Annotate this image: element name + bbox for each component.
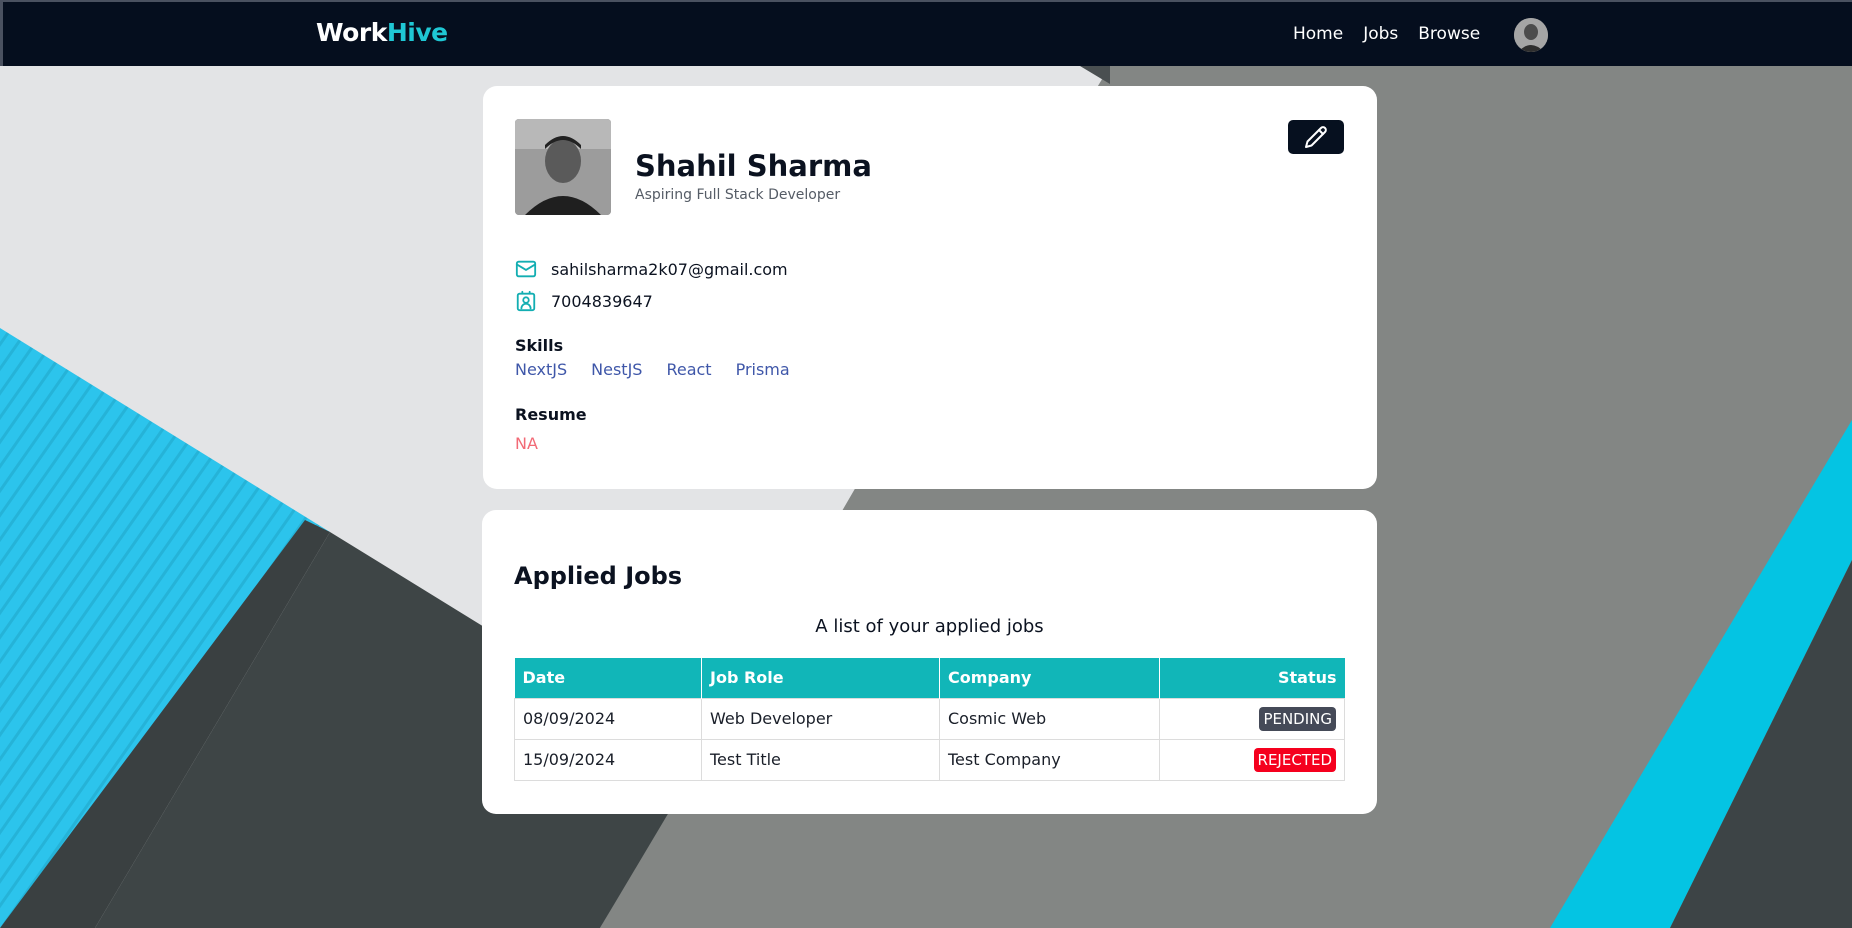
nav-jobs-link[interactable]: Jobs (1363, 24, 1398, 44)
profile-photo (515, 119, 611, 215)
nav-links: Home Jobs Browse (1293, 24, 1480, 44)
column-header-status: Status (1159, 658, 1345, 698)
contact-email: sahilsharma2k07@gmail.com (515, 258, 788, 280)
column-header-job-role: Job Role (701, 658, 940, 698)
contact-card-icon (516, 290, 536, 312)
contact-phone: 7004839647 (515, 290, 653, 312)
cell-company: Cosmic Web (939, 697, 1160, 740)
skill-tag: Prisma (735, 360, 790, 379)
resume-value: NA (515, 434, 538, 453)
cell-status: REJECTED (1159, 738, 1345, 781)
applied-jobs-table: Date Job Role Company Status 08/09/2024 … (514, 658, 1345, 781)
table-row[interactable]: 08/09/2024 Web Developer Cosmic Web PEND… (514, 697, 1345, 740)
skills-list: NextJS NestJS React Prisma (515, 360, 790, 379)
brand-logo[interactable]: WorkHive (316, 18, 448, 47)
cell-date: 08/09/2024 (514, 697, 702, 740)
skill-tag: React (666, 360, 712, 379)
email-text: sahilsharma2k07@gmail.com (551, 259, 788, 279)
phone-text: 7004839647 (551, 291, 653, 311)
nav-browse-link[interactable]: Browse (1418, 24, 1480, 44)
profile-headline: Aspiring Full Stack Developer (635, 187, 841, 203)
table-header-row: Date Job Role Company Status (514, 658, 1345, 698)
profile-name: Shahil Sharma (635, 149, 872, 183)
skill-tag: NextJS (515, 360, 568, 379)
status-badge-rejected: REJECTED (1253, 747, 1336, 772)
table-row[interactable]: 15/09/2024 Test Title Test Company REJEC… (514, 738, 1345, 781)
cell-job-role: Web Developer (701, 697, 940, 740)
brand-logo-part2: Hive (386, 18, 448, 47)
skills-heading: Skills (515, 336, 564, 355)
brand-logo-part1: Work (316, 18, 387, 47)
applied-jobs-title: Applied Jobs (514, 562, 683, 590)
profile-card: Shahil Sharma Aspiring Full Stack Develo… (483, 86, 1377, 489)
applied-jobs-card: Applied Jobs A list of your applied jobs… (482, 510, 1377, 814)
resume-heading: Resume (515, 405, 587, 424)
column-header-date: Date (514, 658, 702, 698)
edit-profile-button[interactable] (1288, 120, 1344, 154)
skill-tag: NestJS (591, 360, 643, 379)
user-avatar-button[interactable] (1514, 18, 1548, 52)
table-caption: A list of your applied jobs (815, 616, 1044, 637)
mail-icon (515, 260, 537, 278)
profile-photo-icon (515, 119, 611, 215)
status-badge-pending: PENDING (1259, 706, 1336, 731)
column-header-company: Company (939, 658, 1160, 698)
cell-company: Test Company (939, 738, 1160, 781)
top-navbar: WorkHive Home Jobs Browse (0, 0, 1852, 66)
cell-status: PENDING (1159, 697, 1345, 740)
cell-date: 15/09/2024 (514, 738, 702, 781)
avatar-photo-icon (1514, 18, 1548, 52)
nav-home-link[interactable]: Home (1293, 24, 1343, 44)
pencil-icon (1305, 126, 1327, 148)
cell-job-role: Test Title (701, 738, 940, 781)
